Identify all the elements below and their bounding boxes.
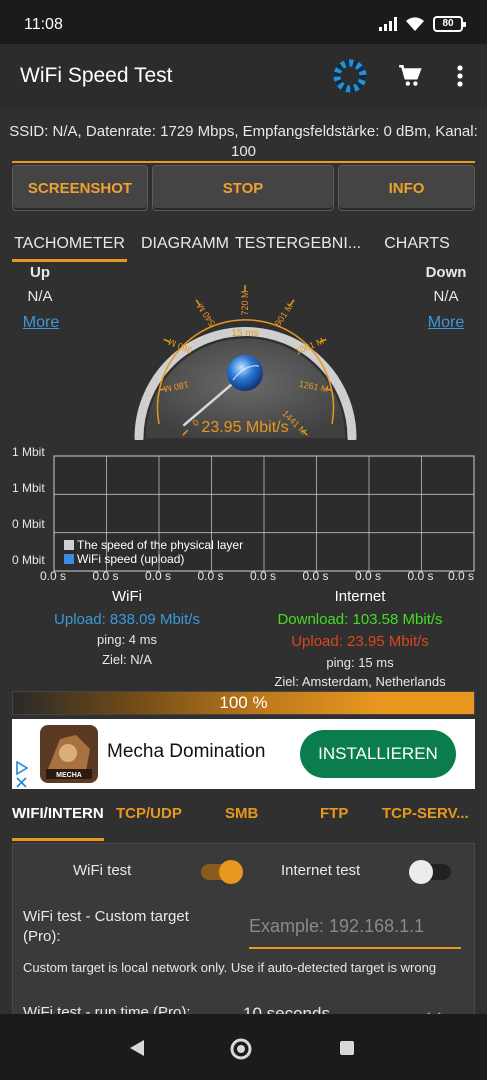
battery-icon: 80 (433, 16, 466, 32)
tab-tcp-server[interactable]: TCP-SERV... (382, 805, 478, 829)
legend-swatch (64, 540, 74, 550)
internet-ping: ping: 15 ms (326, 655, 394, 670)
custom-target-note: Custom target is local network only. Use… (23, 960, 437, 975)
legend-physical: The speed of the physical layer (64, 538, 243, 552)
toggle-knob (409, 860, 433, 884)
x-tick-label: 0.0 s (145, 569, 172, 583)
y-tick-label: 0 Mbit (12, 517, 45, 531)
custom-target-input[interactable]: Example: 192.168.1.1 (249, 916, 461, 949)
x-tick-label: 0.0 s (302, 569, 329, 583)
legend-wifi-upload: WiFi speed (upload) (64, 552, 184, 566)
app-bar: WiFi Speed Test (0, 44, 487, 108)
down-label: Down (425, 264, 467, 281)
gauge-tick-label: 901 M (273, 302, 295, 328)
y-tick-label: 0 Mbit (12, 553, 45, 567)
globe-icon (227, 355, 263, 391)
internet-download: Download: 103.58 Mbit/s (277, 611, 443, 628)
status-time: 11:08 (24, 16, 63, 33)
recents-icon[interactable] (339, 1040, 355, 1056)
wifi-ping: ping: 4 ms (97, 632, 157, 647)
navigation-bar (0, 1014, 487, 1080)
toggle-knob (219, 860, 243, 884)
gauge-speed: 23.95 Mbit/s (201, 419, 288, 436)
app-title: WiFi Speed Test (20, 64, 173, 87)
tab-smb[interactable]: SMB (225, 805, 275, 829)
gauge-ping: 15 ms (231, 328, 258, 339)
wifi-title: WiFi (112, 588, 142, 605)
progress-text: 100 % (219, 693, 268, 712)
more-vert-icon[interactable] (440, 56, 480, 96)
game-logo-icon: MECHA (40, 725, 98, 783)
up-value: N/A (27, 288, 53, 305)
legend-label: WiFi speed (upload) (77, 552, 185, 566)
stop-button[interactable]: STOP (152, 165, 334, 211)
ad-banner[interactable]: MECHA Mecha Domination INSTALLIEREN (12, 719, 475, 789)
x-tick-label: 0.0 s (407, 569, 434, 583)
internet-upload: Upload: 23.95 Mbit/s (291, 633, 429, 650)
tab-charts[interactable]: CHARTS (370, 226, 464, 262)
cart-icon[interactable] (390, 56, 430, 96)
divider (12, 161, 475, 163)
tab-wifi-internet[interactable]: WIFI/INTERNET (12, 805, 104, 829)
internet-test-label: Internet test (281, 862, 361, 879)
install-button[interactable]: INSTALLIEREN (300, 730, 456, 778)
bottom-tab-underline (12, 838, 104, 841)
legend-swatch (64, 554, 74, 564)
down-more-link[interactable]: More (428, 314, 464, 331)
down-value: N/A (433, 288, 459, 305)
y-tick-label: 1 Mbit (12, 445, 45, 459)
wifi-target: Ziel: N/A (102, 652, 152, 667)
tab-diagramm[interactable]: DIAGRAMM (133, 226, 237, 262)
run-time-label: WiFi test - run time (Pro): (23, 1004, 191, 1014)
settings-panel: WiFi test Internet test WiFi test - Cust… (12, 843, 475, 1014)
x-tick-label: 0.0 s (40, 569, 67, 583)
up-more-link[interactable]: More (23, 314, 59, 331)
status-bar: 11:08 80 (0, 0, 487, 44)
tab-testergebnisse[interactable]: TESTERGEBNI... (235, 226, 361, 262)
x-tick-label: 0.0 s (92, 569, 119, 583)
internet-test-toggle[interactable] (409, 860, 451, 884)
tab-tcp-udp[interactable]: TCP/UDP (116, 805, 196, 829)
ad-title: Mecha Domination (107, 741, 266, 762)
gauge-tick-label: 720 M (240, 290, 250, 315)
x-tick-label: 0.0 s (250, 569, 277, 583)
speedometer-gauge: 0180 M360 M540 M 720 M 901 M1081 M1261 M14… (134, 285, 357, 440)
wifi-test-toggle[interactable] (201, 860, 243, 884)
status-icons: 80 (379, 14, 466, 34)
gauge-tick-label: 540 M (195, 302, 217, 328)
tab-tachometer[interactable]: TACHOMETER (12, 226, 127, 262)
wifi-icon (406, 17, 424, 31)
x-tick-label: 0.0 s (355, 569, 382, 583)
tab-ftp[interactable]: FTP (320, 805, 370, 829)
up-label: Up (30, 264, 50, 281)
run-time-select[interactable]: 10 seconds (243, 1004, 413, 1014)
test-progress-bar: 100 % (12, 691, 475, 715)
tab-underline (12, 259, 127, 262)
wifi-test-label: WiFi test (73, 862, 132, 879)
y-tick-label: 1 Mbit (12, 481, 45, 495)
ssid-info: SSID: N/A, Datenrate: 1729 Mbps, Empfang… (9, 123, 478, 160)
back-icon[interactable] (128, 1039, 146, 1057)
legend-label: The speed of the physical layer (77, 538, 244, 552)
internet-title: Internet (334, 588, 386, 605)
screenshot-button[interactable]: SCREENSHOT (12, 165, 148, 211)
wifi-upload: Upload: 838.09 Mbit/s (54, 611, 200, 628)
home-icon[interactable] (230, 1038, 252, 1060)
x-tick-label: 0.0 s (448, 569, 475, 583)
x-tick-label: 0.0 s (197, 569, 224, 583)
signal-icon (379, 17, 397, 31)
settings-ring-icon[interactable] (330, 56, 370, 96)
internet-target: Ziel: Amsterdam, Netherlands (274, 674, 446, 689)
ad-choices-icon[interactable] (14, 761, 30, 789)
main-content: SSID: N/A, Datenrate: 1729 Mbps, Empfang… (0, 108, 487, 1014)
custom-target-label: WiFi test - Custom target (Pro): (23, 908, 189, 945)
game-logo-text: MECHA (56, 772, 82, 779)
info-button[interactable]: INFO (338, 165, 475, 211)
